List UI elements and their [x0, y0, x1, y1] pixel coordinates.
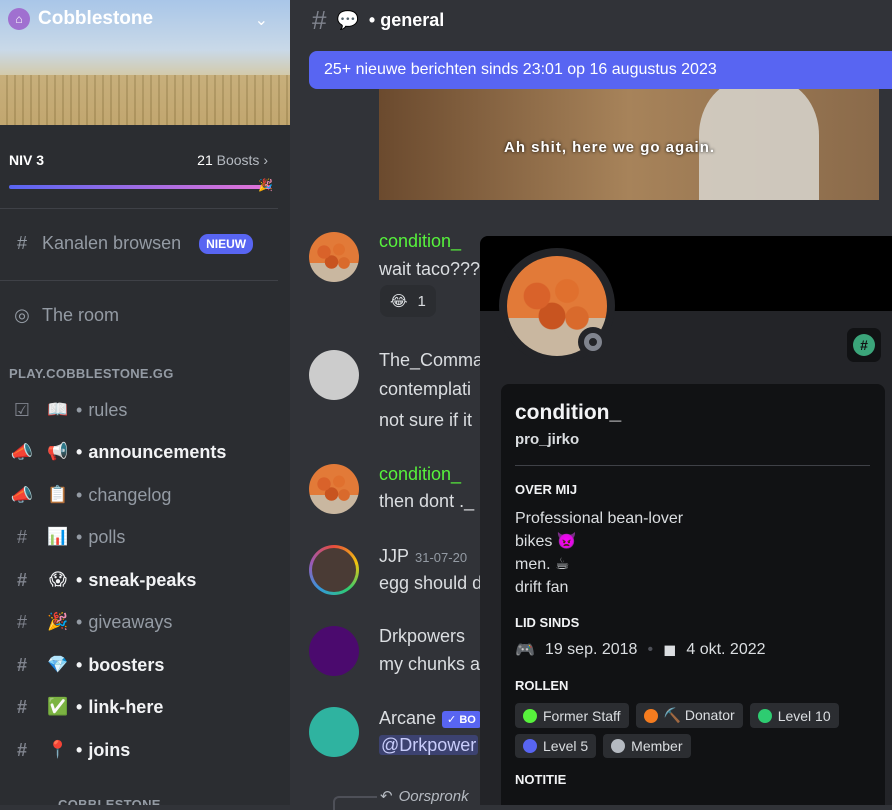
member-since: 🎮 19 sep. 2018 • ◼ 4 okt. 2022: [515, 641, 766, 659]
avatar[interactable]: [309, 545, 359, 595]
channel-boosters[interactable]: # 💎 • boosters: [10, 651, 164, 679]
member-since-heading: LID SINDS: [515, 615, 580, 630]
stage-channel[interactable]: ◎ The room: [10, 305, 119, 326]
status-offline-icon: [578, 327, 608, 357]
new-messages-banner[interactable]: 25+ nieuwe berichten sinds 23:01 op 16 a…: [309, 51, 892, 89]
megaphone-icon: 📣: [10, 484, 34, 505]
message-text: my chunks a: [379, 654, 481, 674]
profile-bio: Professional bean-lover bikes 👿 men. ☕ d…: [515, 510, 684, 596]
reply-arrow-icon: ↶: [380, 788, 393, 805]
bot-tag: ✓ BO: [442, 710, 481, 728]
reply-connector: [333, 796, 377, 810]
channel-title: • general: [368, 9, 445, 30]
laughing-emoji-icon: 😂: [390, 293, 408, 310]
category-header[interactable]: COBBLESTONE: [58, 797, 161, 805]
stage-icon: ◎: [14, 305, 30, 325]
message-text: wait taco???: [379, 259, 481, 279]
channel-header: # 💬 • general: [290, 0, 892, 40]
hash-icon: #: [16, 611, 27, 632]
browse-channels[interactable]: # Kanalen browsen NIEUW: [10, 233, 254, 254]
role-pill[interactable]: Level 5: [515, 734, 597, 758]
party-icon: 🎉: [258, 178, 273, 192]
message-text: contemplati: [379, 379, 472, 399]
role-pill[interactable]: Level 10: [749, 703, 839, 728]
divider: [0, 280, 278, 281]
message-author[interactable]: condition_: [379, 231, 461, 252]
message-author[interactable]: JJP 31-07-20: [379, 546, 467, 567]
message-text: not sure if it: [379, 410, 473, 430]
channel-polls[interactable]: # 📊 • polls: [10, 523, 125, 551]
avatar[interactable]: [309, 350, 359, 400]
server-icon: ◼: [663, 642, 677, 659]
browse-channels-icon: #: [16, 233, 27, 253]
server-icon: ⌂: [8, 8, 30, 30]
category-header[interactable]: PLAY.COBBLESTONE.GG: [9, 366, 174, 381]
message-author[interactable]: Arcane ✓ BO: [379, 708, 481, 729]
channel-joins[interactable]: # 📍 • joins: [10, 736, 130, 764]
boost-progress[interactable]: NIV 3 21 Boosts ›: [9, 152, 268, 168]
roles-heading: ROLLEN: [515, 678, 569, 693]
message-text: egg should d: [379, 573, 483, 593]
reaction[interactable]: 😂 1: [380, 285, 436, 317]
boost-bar: [9, 185, 271, 189]
divider: [515, 465, 870, 466]
channel-giveaways[interactable]: # 🎉 • giveaways: [10, 608, 172, 636]
discord-logo-icon: 🎮: [515, 642, 535, 659]
avatar[interactable]: [309, 232, 359, 282]
message-author[interactable]: The_Comma: [379, 350, 483, 371]
hash-icon: #: [16, 739, 27, 760]
channel-announcements[interactable]: 📣 📢 • announcements: [10, 438, 227, 466]
message-author[interactable]: condition_: [379, 464, 461, 485]
hash-icon: #: [16, 526, 27, 547]
server-header[interactable]: ⌂ Cobblestone: [8, 8, 153, 30]
video-caption: Ah shit, here we go again.: [504, 139, 716, 156]
avatar[interactable]: [309, 707, 359, 757]
boost-label: Boosts: [216, 152, 260, 168]
profile-display-name: condition_: [515, 401, 622, 424]
hash-icon: #: [312, 4, 327, 35]
message-text: @Drkpower: [379, 735, 479, 756]
chevron-down-icon[interactable]: ⌄: [255, 10, 268, 30]
server-sidebar: ⌂ Cobblestone ⌄ NIV 3 21 Boosts › 🎉 # Ka…: [0, 0, 290, 805]
mention[interactable]: @Drkpower: [379, 735, 479, 755]
divider: [0, 208, 278, 209]
new-badge: NIEUW: [199, 233, 254, 254]
channel-changelog[interactable]: 📣 📋 • changelog: [10, 481, 172, 509]
profile-popout: # condition_ pro_jirko OVER MIJ Professi…: [480, 236, 892, 805]
checkbox-icon: ☑: [13, 399, 31, 420]
message-author[interactable]: Drkpowers: [379, 626, 465, 647]
megaphone-icon: 📣: [10, 441, 34, 462]
timestamp: 31-07-20: [415, 550, 468, 565]
profile-body: condition_ pro_jirko OVER MIJ Profession…: [501, 384, 885, 805]
hypesquad-badge-icon[interactable]: #: [847, 328, 881, 362]
channel-link-here[interactable]: # ✅ • link-here: [10, 693, 163, 721]
channel-sneak-peaks[interactable]: # 😱 • sneak-peaks: [10, 566, 196, 594]
role-pill[interactable]: ⛏️ Donator: [635, 703, 743, 728]
avatar[interactable]: [309, 626, 359, 676]
profile-username: pro_jirko: [515, 431, 580, 448]
role-pill[interactable]: Member: [603, 734, 691, 758]
boost-level: NIV 3: [9, 152, 45, 168]
message-text: then dont ._: [379, 491, 475, 511]
role-pill[interactable]: Former Staff: [515, 703, 629, 728]
reply-preview[interactable]: ↶ Oorspronk: [380, 787, 469, 806]
avatar[interactable]: [309, 464, 359, 514]
boost-count: 21: [197, 152, 213, 168]
roles-list: Former Staff ⛏️ Donator Level 10 Level 5…: [515, 703, 875, 758]
hash-icon: #: [16, 569, 27, 590]
about-heading: OVER MIJ: [515, 482, 578, 497]
channel-rules[interactable]: ☑ 📖 • rules: [10, 396, 127, 424]
speech-bubble-icon: 💬: [336, 9, 359, 30]
note-heading: NOTITIE: [515, 772, 567, 787]
video-embed[interactable]: Ah shit, here we go again.: [379, 89, 879, 200]
hash-icon: #: [16, 696, 27, 717]
server-name: Cobblestone: [38, 8, 154, 29]
hash-icon: #: [16, 654, 27, 675]
